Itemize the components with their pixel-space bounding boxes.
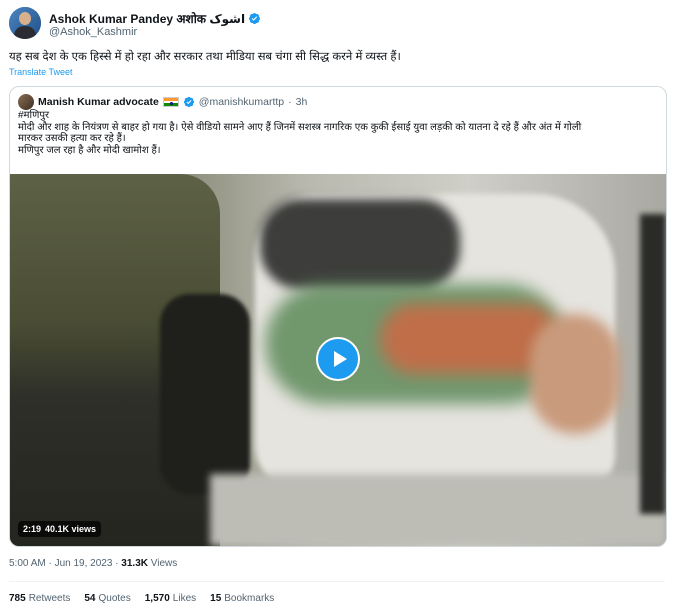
verified-badge-icon	[183, 96, 194, 108]
video-duration: 2:19	[23, 524, 42, 534]
video-frame-cloth-dark	[260, 199, 460, 289]
stat-count: 1,570	[144, 593, 170, 604]
quoted-text-line: मणिपुर जल रहा है और मोदी खामोश हैं।	[18, 144, 161, 156]
tweet-timestamp-line: 5:00 AM · Jun 19, 2023 · 31.3K Views	[9, 558, 177, 569]
stat-label: Likes	[172, 593, 197, 604]
stat-label: Bookmarks	[224, 593, 275, 604]
play-icon	[334, 351, 347, 367]
divider	[9, 581, 665, 582]
stat-quotes[interactable]: 54 Quotes	[84, 593, 130, 604]
quoted-text-line: #मणिपुर	[18, 110, 50, 121]
stat-label: Retweets	[28, 593, 71, 604]
video-frame-edge-right	[640, 214, 666, 514]
stat-count: 785	[9, 593, 26, 604]
quoted-author-handle: @manishkumarttp	[198, 96, 285, 108]
tweet-timestamp[interactable]: 5:00 AM · Jun 19, 2023 ·	[9, 558, 121, 569]
video-frame-floor	[210, 474, 666, 546]
author-avatar[interactable]	[9, 7, 41, 39]
india-flag-icon	[162, 97, 179, 107]
tweet-header: Ashok Kumar Pandey अशोक اشوک @Ashok_Kash…	[9, 7, 665, 43]
verified-badge-icon	[249, 12, 261, 25]
translate-tweet-link[interactable]: Translate Tweet	[9, 67, 73, 77]
stat-retweets[interactable]: 785 Retweets	[9, 593, 70, 604]
video-player[interactable]: 2:19 40.1K views	[10, 174, 666, 546]
play-button[interactable]	[316, 337, 360, 381]
quoted-author-name: Manish Kumar advocate	[38, 96, 159, 108]
stat-label: Quotes	[98, 593, 131, 604]
quoted-time: 3h	[295, 96, 308, 108]
quoted-tweet-header: Manish Kumar advocate @manishkumarttp · …	[18, 94, 307, 110]
tweet-text: यह सब देश के एक हिस्से में हो रहा और सरक…	[9, 51, 401, 63]
stat-count: 15	[210, 593, 222, 604]
author-name-line: Ashok Kumar Pandey अशोक اشوک	[49, 10, 261, 27]
stat-bookmarks[interactable]: 15 Bookmarks	[210, 593, 274, 604]
video-info-badge: 2:19 40.1K views	[18, 521, 102, 537]
quoted-separator: ·	[288, 96, 292, 108]
author-handle[interactable]: @Ashok_Kashmir	[49, 26, 137, 38]
tweet-views-label: Views	[147, 558, 178, 569]
quoted-tweet-text: #मणिपुर मोदी और शाह के नियंत्रण से बाहर …	[18, 110, 658, 156]
video-frame-skin	[530, 314, 620, 434]
quoted-text-line: मोदी और शाह के नियंत्रण से बाहर हो गया ह…	[18, 121, 582, 133]
quoted-text-line: मारकर उसकी हत्या कर रहे हैं।	[18, 133, 126, 144]
tweet-stats: 785 Retweets 54 Quotes 1,570 Likes 15 Bookma…	[9, 593, 274, 604]
video-views: 40.1K views	[45, 524, 97, 534]
quoted-author-avatar	[18, 94, 34, 110]
video-frame-dark-leg	[160, 294, 250, 494]
stat-likes[interactable]: 1,570 Likes	[145, 593, 196, 604]
stat-count: 54	[84, 593, 96, 604]
tweet-views-count: 31.3K	[121, 558, 148, 569]
author-display-name[interactable]: Ashok Kumar Pandey अशोक اشوک	[49, 10, 245, 27]
quoted-tweet-card[interactable]: Manish Kumar advocate @manishkumarttp · …	[9, 86, 667, 547]
